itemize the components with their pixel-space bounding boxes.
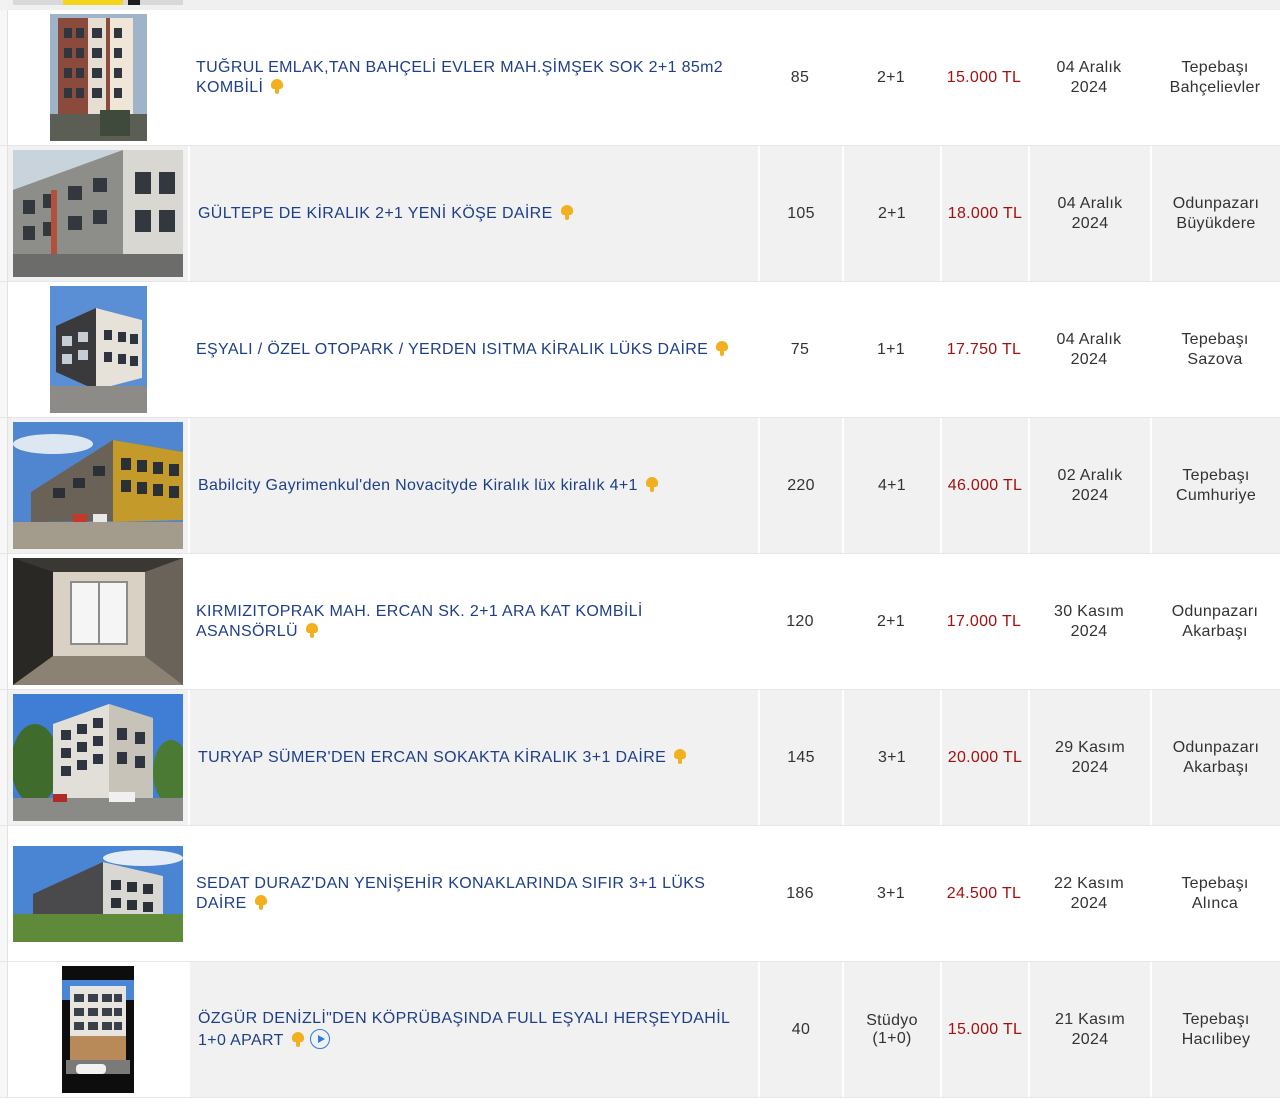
listing-title-link[interactable]: EŞYALI / ÖZEL OTOPARK / YERDEN ISITMA Kİ… xyxy=(196,340,729,360)
listing-row[interactable]: SEDAT DURAZ'DAN YENİŞEHİR KONAKLARINDA S… xyxy=(0,826,1280,962)
listing-title-link[interactable]: ÖZGÜR DENİZLİ"DEN KÖPRÜBAŞINDA FULL EŞYA… xyxy=(198,1009,740,1051)
listing-date: 22 Kasım 2024 xyxy=(1028,826,1150,961)
listing-location: Odunpazarı Akarbaşı xyxy=(1150,690,1280,825)
listing-title-link[interactable]: TUĞRUL EMLAK,TAN BAHÇELİ EVLER MAH.ŞİMŞE… xyxy=(196,58,740,98)
bulb-icon xyxy=(716,340,729,356)
listing-rooms: 2+1 xyxy=(842,146,940,281)
listing-rooms: 2+1 xyxy=(842,10,940,145)
listing-thumbnail[interactable] xyxy=(8,146,188,281)
listing-date: 04 Aralık 2024 xyxy=(1028,146,1150,281)
listing-price: 15.000 TL xyxy=(940,962,1028,1097)
bulb-icon xyxy=(645,476,658,492)
listing-location: Tepebaşı Hacılibey xyxy=(1150,962,1280,1097)
listing-m2: 220 xyxy=(758,418,842,553)
listing-row[interactable]: TUĞRUL EMLAK,TAN BAHÇELİ EVLER MAH.ŞİMŞE… xyxy=(0,10,1280,146)
listing-thumbnail[interactable] xyxy=(8,826,188,961)
listing-price: 17.750 TL xyxy=(940,282,1028,417)
listing-thumbnail[interactable] xyxy=(8,282,188,417)
listing-row[interactable]: GÜLTEPE DE KİRALIK 2+1 YENİ KÖŞE DAİRE 1… xyxy=(0,146,1280,282)
listing-m2: 40 xyxy=(758,962,842,1097)
listing-m2: 75 xyxy=(758,282,842,417)
listing-price: 46.000 TL xyxy=(940,418,1028,553)
listing-price: 20.000 TL xyxy=(940,690,1028,825)
listing-location: Tepebaşı Bahçelievler xyxy=(1150,10,1280,145)
listing-thumbnail[interactable] xyxy=(8,962,188,1097)
listing-row[interactable]: TURYAP SÜMER'DEN ERCAN SOKAKTA KİRALIK 3… xyxy=(0,690,1280,826)
listing-table: TUĞRUL EMLAK,TAN BAHÇELİ EVLER MAH.ŞİMŞE… xyxy=(0,10,1280,1098)
gray-building-photo xyxy=(13,150,183,277)
listing-m2: 105 xyxy=(758,146,842,281)
bulb-icon xyxy=(560,204,573,220)
previous-listing-edge xyxy=(8,0,1280,10)
listing-date: 30 Kasım 2024 xyxy=(1028,554,1150,689)
listing-location: Tepebaşı Sazova xyxy=(1150,282,1280,417)
listing-thumbnail[interactable] xyxy=(8,418,188,553)
listing-title-cell: SEDAT DURAZ'DAN YENİŞEHİR KONAKLARINDA S… xyxy=(188,826,758,961)
listing-thumbnail[interactable] xyxy=(8,690,188,825)
listing-date: 21 Kasım 2024 xyxy=(1028,962,1150,1097)
listing-date: 02 Aralık 2024 xyxy=(1028,418,1150,553)
bulb-icon xyxy=(305,622,318,638)
previous-listing-thumbnail xyxy=(13,0,183,5)
bulb-icon xyxy=(271,78,284,94)
listing-title-cell: TUĞRUL EMLAK,TAN BAHÇELİ EVLER MAH.ŞİMŞE… xyxy=(188,10,758,145)
listing-title-link[interactable]: SEDAT DURAZ'DAN YENİŞEHİR KONAKLARINDA S… xyxy=(196,874,740,914)
listing-title-link[interactable]: Babilcity Gayrimenkul'den Novacityde Kir… xyxy=(198,476,658,496)
listing-title-link[interactable]: GÜLTEPE DE KİRALIK 2+1 YENİ KÖŞE DAİRE xyxy=(198,204,573,224)
listing-rooms: 2+1 xyxy=(842,554,940,689)
play-video-icon[interactable] xyxy=(309,1028,330,1049)
listing-price: 17.000 TL xyxy=(940,554,1028,689)
listing-location: Odunpazarı Büyükdere xyxy=(1150,146,1280,281)
listing-m2: 85 xyxy=(758,10,842,145)
listing-row[interactable]: ÖZGÜR DENİZLİ"DEN KÖPRÜBAŞINDA FULL EŞYA… xyxy=(0,962,1280,1098)
listing-title-cell: KIRMIZITOPRAK MAH. ERCAN SK. 2+1 ARA KAT… xyxy=(188,554,758,689)
listing-rooms: 3+1 xyxy=(842,690,940,825)
listing-rooms: 3+1 xyxy=(842,826,940,961)
empty-room-photo xyxy=(13,558,183,685)
listing-title-cell: ÖZGÜR DENİZLİ"DEN KÖPRÜBAŞINDA FULL EŞYA… xyxy=(188,962,758,1097)
listing-row[interactable]: EŞYALI / ÖZEL OTOPARK / YERDEN ISITMA Kİ… xyxy=(0,282,1280,418)
bulb-icon xyxy=(254,894,267,910)
listing-rooms: 4+1 xyxy=(842,418,940,553)
listing-title-cell: GÜLTEPE DE KİRALIK 2+1 YENİ KÖŞE DAİRE xyxy=(188,146,758,281)
listing-title-cell: Babilcity Gayrimenkul'den Novacityde Kir… xyxy=(188,418,758,553)
corner-building-photo xyxy=(49,286,147,413)
listing-title-link[interactable]: TURYAP SÜMER'DEN ERCAN SOKAKTA KİRALIK 3… xyxy=(198,748,687,768)
street-building-photo xyxy=(13,694,183,821)
listing-price: 24.500 TL xyxy=(940,826,1028,961)
listing-title-link[interactable]: KIRMIZITOPRAK MAH. ERCAN SK. 2+1 ARA KAT… xyxy=(196,602,740,642)
bulb-icon xyxy=(674,748,687,764)
listing-date: 29 Kasım 2024 xyxy=(1028,690,1150,825)
listing-location: Tepebaşı Alınca xyxy=(1150,826,1280,961)
complex-building-photo xyxy=(13,422,183,549)
listing-m2: 120 xyxy=(758,554,842,689)
listing-date: 04 Aralık 2024 xyxy=(1028,282,1150,417)
listing-rooms: Stüdyo (1+0) xyxy=(842,962,940,1097)
panorama-building-photo xyxy=(13,845,183,942)
listing-title-cell: EŞYALI / ÖZEL OTOPARK / YERDEN ISITMA Kİ… xyxy=(188,282,758,417)
listing-m2: 145 xyxy=(758,690,842,825)
listing-location: Tepebaşı Cumhuriye xyxy=(1150,418,1280,553)
listing-thumbnail[interactable] xyxy=(8,554,188,689)
listing-location: Odunpazarı Akarbaşı xyxy=(1150,554,1280,689)
listing-row[interactable]: KIRMIZITOPRAK MAH. ERCAN SK. 2+1 ARA KAT… xyxy=(0,554,1280,690)
listing-price: 15.000 TL xyxy=(940,10,1028,145)
listing-title-cell: TURYAP SÜMER'DEN ERCAN SOKAKTA KİRALIK 3… xyxy=(188,690,758,825)
narrow-building-photo xyxy=(62,966,134,1093)
listing-row[interactable]: Babilcity Gayrimenkul'den Novacityde Kir… xyxy=(0,418,1280,554)
brick-building-photo xyxy=(49,14,147,141)
listing-thumbnail[interactable] xyxy=(8,10,188,145)
bulb-icon xyxy=(291,1031,304,1047)
listing-rooms: 1+1 xyxy=(842,282,940,417)
listing-price: 18.000 TL xyxy=(940,146,1028,281)
listing-m2: 186 xyxy=(758,826,842,961)
listing-date: 04 Aralık 2024 xyxy=(1028,10,1150,145)
